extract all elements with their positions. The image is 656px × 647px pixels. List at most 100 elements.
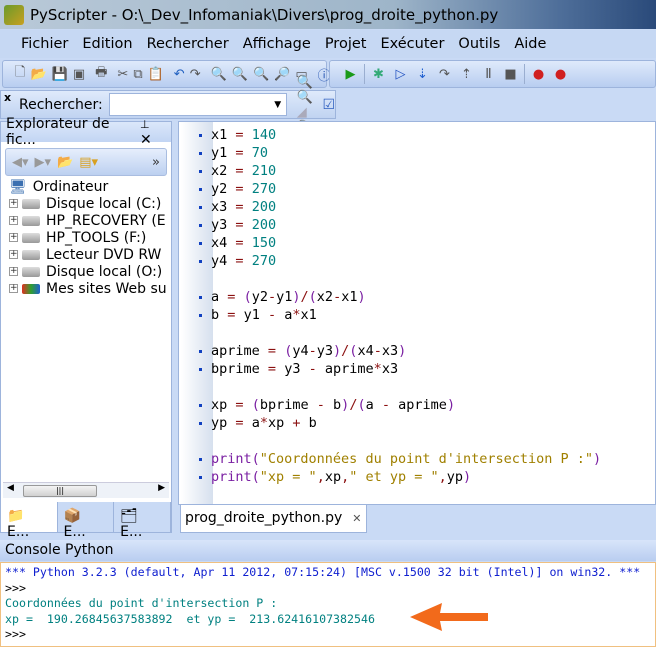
redo-icon[interactable]: ↷ xyxy=(190,66,201,83)
find-next-icon[interactable]: 🔍 xyxy=(232,66,248,83)
code-line: print("xp = ",xp," et yp = ",yp) xyxy=(199,468,601,486)
edit-toolbar: 🗋 📂 💾 ▣ 🖶 ✂ ⧉ 📋 ↶ ↷ 🔍 🔍 🔍 🔎 ▭ ⓘ xyxy=(2,60,331,88)
code-line: y3 = 200 xyxy=(199,216,601,234)
run-to-cursor-icon[interactable]: ▷ xyxy=(392,66,409,83)
panel-title: Explorateur de fic... xyxy=(6,116,110,148)
pin-icon[interactable]: ⊥ xyxy=(140,118,150,131)
clear-breakpoints-icon[interactable]: ● xyxy=(552,66,569,83)
step-out-icon[interactable]: ⇡ xyxy=(458,66,475,83)
console-line: >>> xyxy=(5,627,26,641)
tree-item-label: Disque local (O:) xyxy=(46,263,163,280)
editor-tabs: prog_droite_python.py ✕ xyxy=(178,505,656,533)
tab-label: E... xyxy=(120,524,143,540)
drive-icon xyxy=(22,232,40,243)
menu-7[interactable]: Aide xyxy=(507,36,553,52)
console-line: Coordonnées du point d'intersection P : xyxy=(5,596,278,610)
python-console[interactable]: *** Python 3.2.3 (default, Apr 11 2012, … xyxy=(0,562,656,647)
new-file-icon[interactable]: 🗋 xyxy=(15,65,25,83)
code-line: yp = a*xp + b xyxy=(199,414,601,432)
search-combobox[interactable]: ▼ xyxy=(108,93,287,116)
search-input[interactable] xyxy=(109,94,286,115)
menu-2[interactable]: Rechercher xyxy=(140,36,236,52)
menu-1[interactable]: Edition xyxy=(75,36,139,52)
close-search-icon[interactable]: x xyxy=(4,91,11,104)
menu-5[interactable]: Exécuter xyxy=(373,36,451,52)
tab-label: E... xyxy=(63,524,86,540)
console-title: Console Python xyxy=(0,540,656,561)
tree-item[interactable]: + Mes sites Web su xyxy=(1,280,171,297)
tree-item[interactable]: + Disque local (C:) xyxy=(1,195,171,212)
tree-item[interactable]: + HP_TOOLS (F:) xyxy=(1,229,171,246)
find-in-files-icon[interactable]: 🔎 xyxy=(274,66,290,83)
code-line: x3 = 200 xyxy=(199,198,601,216)
toolbar-separator xyxy=(524,64,525,84)
menu-6[interactable]: Outils xyxy=(451,36,507,52)
close-tab-icon[interactable]: ✕ xyxy=(352,512,361,525)
line-marker-icon xyxy=(199,313,202,317)
folder-up-icon[interactable]: 📂 xyxy=(57,155,73,170)
step-into-icon[interactable]: ⇣ xyxy=(414,66,431,83)
console-line: *** Python 3.2.3 (default, Apr 11 2012, … xyxy=(5,565,641,579)
find-icon[interactable]: 🔍 xyxy=(211,66,227,83)
tab-label: prog_droite_python.py xyxy=(185,510,343,526)
more-icon[interactable]: » xyxy=(152,155,160,170)
tree-item[interactable]: + Lecteur DVD RW xyxy=(1,246,171,263)
web-folder-icon xyxy=(22,283,40,294)
menu-0[interactable]: Fichier xyxy=(14,36,75,52)
paste-icon[interactable]: 📋 xyxy=(148,66,164,83)
code-line: xp = (bprime - b)/(a - aprime) xyxy=(199,396,601,414)
expand-icon[interactable]: + xyxy=(9,216,18,225)
pause-icon[interactable]: Ⅱ xyxy=(480,66,497,83)
open-icon[interactable]: 📂 xyxy=(30,66,46,83)
line-marker-icon xyxy=(199,295,202,299)
drive-icon xyxy=(22,249,40,260)
undo-icon[interactable]: ↶ xyxy=(174,66,185,83)
menu-4[interactable]: Projet xyxy=(318,36,374,52)
cut-icon[interactable]: ✂ xyxy=(117,66,128,83)
tab-prog-droite-python[interactable]: prog_droite_python.py ✕ xyxy=(180,505,367,533)
expand-icon[interactable]: + xyxy=(9,267,18,276)
code-line: y4 = 270 xyxy=(199,252,601,270)
copy-icon[interactable]: ⧉ xyxy=(133,66,142,83)
save-icon[interactable]: 💾 xyxy=(52,66,68,83)
line-marker-icon xyxy=(199,457,202,461)
save-all-icon[interactable]: ▣ xyxy=(73,66,85,83)
code-editor[interactable]: x1 = 140 y1 = 70 x2 = 210 y2 = 270 x3 = 200 y… xyxy=(178,121,656,505)
view-options-icon[interactable]: ▤▾ xyxy=(79,155,98,170)
chevron-down-icon[interactable]: ▼ xyxy=(270,94,286,115)
tree-item-label: HP_TOOLS (F:) xyxy=(46,229,147,246)
menu-3[interactable]: Affichage xyxy=(236,36,318,52)
replace-icon[interactable]: 🔍 xyxy=(253,66,269,83)
panel-tab-2[interactable]: 🗂 E... xyxy=(114,502,171,540)
tree-item[interactable]: + Disque local (O:) xyxy=(1,263,171,280)
run-icon[interactable]: ▶ xyxy=(342,66,359,83)
highlight-icon[interactable]: ☑ xyxy=(322,97,335,113)
console-line: >>> xyxy=(5,580,26,595)
horizontal-scrollbar[interactable]: ◀ ||| ▶ xyxy=(3,482,169,498)
expand-icon[interactable]: + xyxy=(9,199,18,208)
step-over-icon[interactable]: ↷ xyxy=(436,66,453,83)
expand-icon[interactable]: + xyxy=(9,250,18,259)
forward-icon[interactable]: ▶▾ xyxy=(35,155,52,170)
panel-tab-0[interactable]: 📁 E... xyxy=(1,502,58,540)
expand-icon[interactable]: + xyxy=(9,284,18,293)
print-icon[interactable]: 🖶 xyxy=(95,65,107,83)
panel-tab-1[interactable]: 📦 E... xyxy=(58,502,115,540)
breakpoint-icon[interactable]: ● xyxy=(530,66,547,83)
debug-icon[interactable]: ✱ xyxy=(370,66,387,83)
line-marker-icon xyxy=(199,349,202,353)
panel-header: Explorateur de fic... ⊥ ✕ xyxy=(1,116,171,148)
code-line: aprime = (y4-y3)/(x4-x3) xyxy=(199,342,601,360)
stop-icon[interactable]: ■ xyxy=(502,66,519,83)
tree-item[interactable]: + HP_RECOVERY (E xyxy=(1,212,171,229)
close-icon[interactable]: ✕ xyxy=(140,132,152,148)
tree-item-label: Mes sites Web su xyxy=(46,280,167,297)
drive-icon xyxy=(22,198,40,209)
tree-item[interactable]: 🖥 Ordinateur xyxy=(1,178,171,195)
back-icon[interactable]: ◀▾ xyxy=(12,155,29,170)
window-title: PyScripter - O:\_Dev_Infomaniak\Divers\p… xyxy=(30,5,499,24)
line-marker-icon xyxy=(199,223,202,227)
expand-icon[interactable]: + xyxy=(9,233,18,242)
